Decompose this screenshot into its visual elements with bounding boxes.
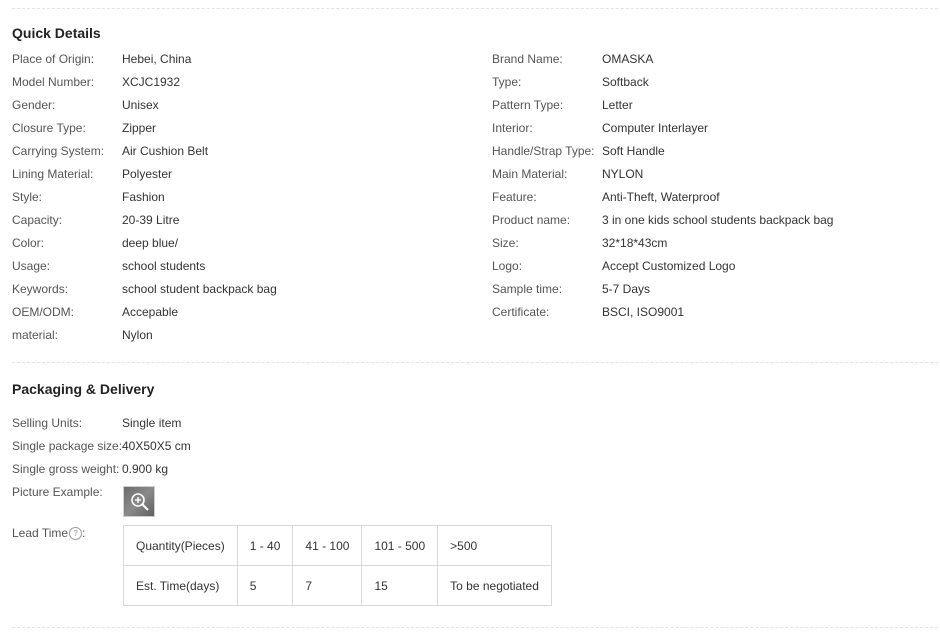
detail-label: Selling Units: (12, 416, 83, 430)
detail-value: deep blue/ (122, 236, 179, 250)
top-divider (12, 8, 938, 9)
lead-time-label: Lead Time (12, 526, 69, 540)
detail-label: Single gross weight: (12, 462, 120, 476)
detail-value: Fashion (122, 190, 165, 204)
lead-table-cell: 7 (292, 565, 363, 606)
detail-value: Accept Customized Logo (602, 259, 736, 273)
lead-time-row: Lead Time?: (12, 525, 85, 541)
detail-label: Pattern Type: (492, 98, 564, 112)
detail-value: 40X50X5 cm (122, 439, 191, 453)
detail-label: Size: (492, 236, 519, 250)
detail-label: Model Number: (12, 75, 95, 89)
detail-label: Type: (492, 75, 522, 89)
lead-table-cell: 5 (236, 565, 294, 606)
picture-example-thumbnail[interactable] (123, 486, 155, 517)
detail-label: Gender: (12, 98, 56, 112)
lead-time-colon: : (82, 526, 86, 540)
lead-table-cell: Est. Time(days) (123, 565, 238, 606)
detail-label: Place of Origin: (12, 52, 95, 66)
quick-details-title: Quick Details (12, 25, 101, 41)
detail-value: Letter (602, 98, 633, 112)
zoom-in-icon (131, 493, 149, 511)
detail-label: Closure Type: (12, 121, 86, 135)
detail-value: Softback (602, 75, 649, 89)
detail-label: Single package size: (12, 439, 123, 453)
detail-value: Unisex (122, 98, 159, 112)
detail-value: Computer Interlayer (602, 121, 709, 135)
detail-value: 0.900 kg (122, 462, 169, 476)
help-icon[interactable]: ? (69, 527, 83, 541)
lead-table-cell: 1 - 40 (236, 525, 294, 566)
lead-table-cell: >500 (437, 525, 553, 566)
lead-table-header-row: Quantity(Pieces) 1 - 40 41 - 100 101 - 500 >… (123, 525, 553, 566)
detail-label: Color: (12, 236, 45, 250)
detail-value: XCJC1932 (122, 75, 181, 89)
detail-value: BSCI, ISO9001 (602, 305, 685, 319)
detail-label: Lining Material: (12, 167, 94, 181)
detail-label: Keywords: (12, 282, 69, 296)
lead-table-cell: 41 - 100 (292, 525, 363, 566)
detail-label: material: (12, 328, 59, 342)
lead-table-row: Est. Time(days) 5 7 15 To be negotiated (123, 565, 553, 606)
lead-table-cell: 101 - 500 (361, 525, 439, 566)
detail-value: Zipper (122, 121, 157, 135)
lead-table-cell: To be negotiated (437, 565, 553, 606)
packaging-delivery-title: Packaging & Delivery (12, 381, 155, 397)
detail-label: Carrying System: (12, 144, 105, 158)
detail-value: Air Cushion Belt (122, 144, 209, 158)
detail-value: Accepable (122, 305, 179, 319)
detail-label: Capacity: (12, 213, 63, 227)
detail-label: Style: (12, 190, 43, 204)
detail-value: school student backpack bag (122, 282, 277, 296)
detail-label: Certificate: (492, 305, 550, 319)
detail-label: Interior: (492, 121, 533, 135)
detail-label: Usage: (12, 259, 51, 273)
lead-table-cell: 15 (361, 565, 439, 606)
lead-table-cell: Quantity(Pieces) (123, 525, 238, 566)
bottom-divider (12, 627, 938, 628)
detail-value: 5-7 Days (602, 282, 651, 296)
detail-value: Hebei, China (122, 52, 192, 66)
picture-example-label: Picture Example: (12, 485, 103, 499)
detail-value: Polyester (122, 167, 173, 181)
detail-value: Nylon (122, 328, 153, 342)
detail-label: Handle/Strap Type: (492, 144, 595, 158)
detail-label: OEM/ODM: (12, 305, 74, 319)
detail-label: Logo: (492, 259, 523, 273)
detail-label: Main Material: (492, 167, 568, 181)
lead-time-table: Quantity(Pieces) 1 - 40 41 - 100 101 - 500 >… (123, 525, 553, 606)
detail-label: Brand Name: (492, 52, 563, 66)
detail-value: school students (122, 259, 206, 273)
section-divider (12, 362, 938, 363)
detail-label: Feature: (492, 190, 537, 204)
detail-value: 20-39 Litre (122, 213, 180, 227)
detail-value: Single item (122, 416, 182, 430)
detail-label: Product name: (492, 213, 571, 227)
detail-label: Sample time: (492, 282, 563, 296)
detail-value: NYLON (602, 167, 644, 181)
detail-value: Soft Handle (602, 144, 665, 158)
detail-value: 32*18*43cm (602, 236, 668, 250)
detail-value: 3 in one kids school students backpack b… (602, 213, 834, 227)
detail-value: OMASKA (602, 52, 654, 66)
detail-value: Anti-Theft, Waterproof (602, 190, 720, 204)
